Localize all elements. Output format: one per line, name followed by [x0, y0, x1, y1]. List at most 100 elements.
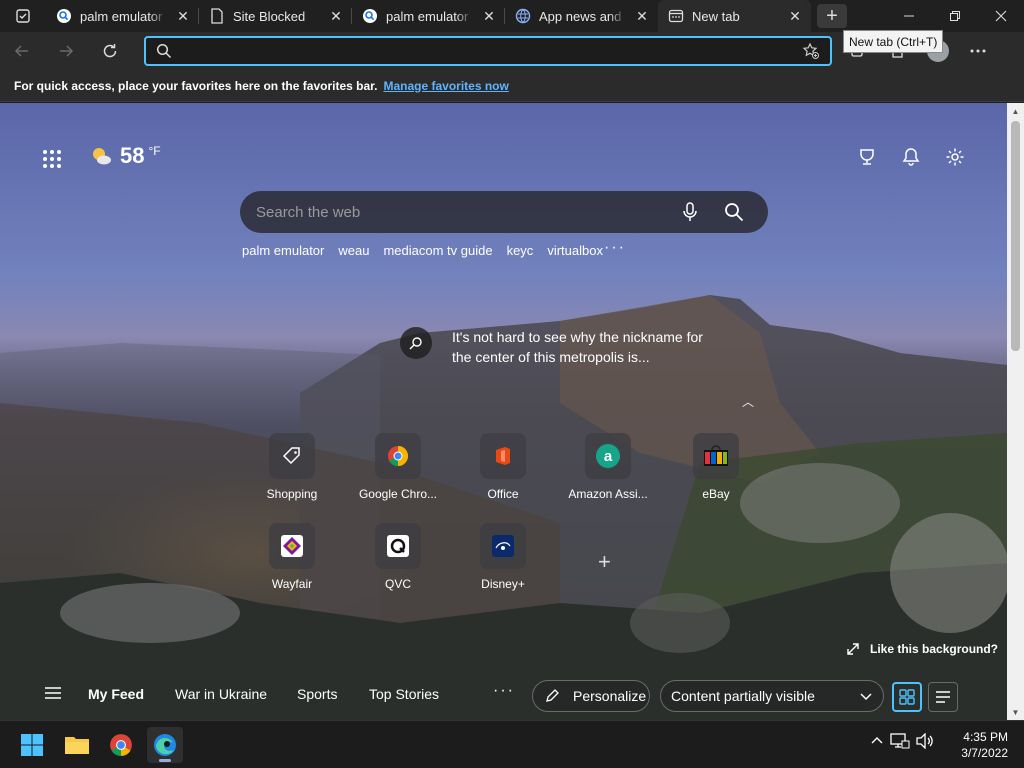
page-scrollbar[interactable]: ▲ ▼: [1007, 103, 1024, 720]
quick-link-qvc[interactable]: QVC: [353, 523, 443, 591]
content-visibility-dropdown[interactable]: Content partially visible: [660, 680, 884, 712]
search-icon: [156, 43, 172, 59]
quick-link-ebay[interactable]: eBay: [671, 433, 761, 501]
like-background-button[interactable]: Like this background?: [846, 642, 998, 656]
tab-actions-menu-button[interactable]: [0, 0, 46, 32]
back-arrow-icon: [14, 45, 28, 57]
forward-button[interactable]: [44, 32, 88, 70]
add-favorite-icon[interactable]: [802, 42, 820, 60]
search-submit-button[interactable]: [716, 194, 752, 230]
new-tab-tooltip: New tab (Ctrl+T): [843, 30, 944, 53]
quick-link-shopping[interactable]: Shopping: [247, 433, 337, 501]
network-button[interactable]: [890, 733, 910, 754]
newtab-icon: [668, 8, 684, 24]
close-window-button[interactable]: [978, 0, 1024, 32]
weather-temperature: 58: [120, 143, 145, 168]
hamburger-icon: [45, 687, 61, 699]
quick-link-amazon-assistant[interactable]: a Amazon Assi...: [563, 433, 653, 501]
feed-tab-my-feed[interactable]: My Feed: [88, 686, 144, 702]
pencil-icon: [546, 689, 559, 702]
personalize-button[interactable]: Personalize: [532, 680, 650, 712]
add-quick-link-button[interactable]: +: [598, 549, 611, 575]
scrollbar-thumb[interactable]: [1011, 121, 1020, 351]
gear-icon: [946, 148, 964, 166]
file-explorer-button[interactable]: [59, 727, 95, 763]
suggestion-item[interactable]: keyc: [507, 243, 534, 258]
wayfair-icon: [269, 523, 315, 569]
close-tab-icon[interactable]: ✕: [481, 8, 497, 24]
background-info-card[interactable]: It's not hard to see why the nickname fo…: [400, 327, 722, 367]
content-visibility-value: Content partially visible: [671, 688, 815, 704]
suggestion-item[interactable]: virtualbox: [547, 243, 603, 258]
suggestion-item[interactable]: mediacom tv guide: [383, 243, 492, 258]
favorites-bar-message: For quick access, place your favorites h…: [14, 78, 378, 93]
close-tab-icon[interactable]: ✕: [787, 8, 803, 24]
tab-app-news[interactable]: App news and r ✕: [505, 0, 658, 32]
active-app-indicator: [159, 759, 171, 762]
tab-palm-emulator-1[interactable]: palm emulator - ✕: [46, 0, 199, 32]
waffle-icon: [43, 150, 61, 168]
microphone-icon: [683, 202, 697, 221]
restore-button[interactable]: [932, 0, 978, 32]
list-icon: [936, 691, 950, 703]
forward-arrow-icon: [60, 45, 74, 57]
apps-launcher-button[interactable]: [42, 149, 62, 174]
collapse-quick-links-button[interactable]: ︿: [742, 393, 754, 410]
close-tab-icon[interactable]: ✕: [328, 8, 344, 24]
search-icon: [409, 337, 422, 350]
search-icon: [725, 203, 744, 222]
ebay-icon: [693, 433, 739, 479]
suggestion-item[interactable]: weau: [338, 243, 369, 258]
web-search-box[interactable]: [240, 191, 768, 233]
close-tab-icon[interactable]: ✕: [634, 8, 650, 24]
scroll-down-icon[interactable]: ▼: [1007, 704, 1024, 720]
start-button[interactable]: [14, 727, 50, 763]
feed-tab-top-stories[interactable]: Top Stories: [369, 686, 439, 702]
expand-icon: [847, 643, 859, 655]
grid-view-button[interactable]: [892, 682, 922, 712]
weather-widget[interactable]: 58 °F: [90, 143, 161, 169]
suggestion-item[interactable]: palm emulator: [242, 243, 324, 258]
back-button[interactable]: [0, 32, 44, 70]
disney-icon: [480, 523, 526, 569]
minimize-button[interactable]: [886, 0, 932, 32]
page-settings-button[interactable]: [943, 145, 967, 169]
feed-tab-war-in-ukraine[interactable]: War in Ukraine: [175, 686, 267, 702]
more-suggestions-button[interactable]: ···: [604, 239, 626, 257]
feed-more-button[interactable]: ···: [493, 682, 515, 700]
news-feed-bar: My Feed War in Ukraine Sports Top Storie…: [0, 670, 1007, 720]
rewards-button[interactable]: [855, 145, 879, 169]
web-search-input[interactable]: [256, 203, 664, 221]
volume-button[interactable]: [916, 732, 934, 754]
list-view-button[interactable]: [928, 682, 958, 712]
quick-link-office[interactable]: Office: [458, 433, 548, 501]
quick-link-label: Google Chro...: [358, 487, 438, 501]
edge-taskbar-button[interactable]: [147, 727, 183, 763]
background-search-button[interactable]: [400, 327, 432, 359]
show-hidden-icons-button[interactable]: [870, 734, 884, 753]
settings-more-button[interactable]: [960, 32, 996, 70]
refresh-button[interactable]: [88, 32, 132, 70]
feed-tab-sports[interactable]: Sports: [297, 686, 337, 702]
feed-menu-button[interactable]: [44, 686, 62, 705]
close-tab-icon[interactable]: ✕: [175, 8, 191, 24]
quick-link-wayfair[interactable]: Wayfair: [247, 523, 337, 591]
scroll-up-icon[interactable]: ▲: [1007, 103, 1024, 119]
quick-link-google-chrome[interactable]: Google Chro...: [353, 433, 443, 501]
amazon-icon: a: [585, 433, 631, 479]
quick-link-disney-plus[interactable]: Disney+: [458, 523, 548, 591]
tab-palm-emulator-2[interactable]: palm emulator - ✕: [352, 0, 505, 32]
tab-new-tab[interactable]: New tab ✕: [658, 0, 811, 32]
taskbar-clock[interactable]: 4:35 PM 3/7/2022: [952, 729, 1008, 761]
address-bar[interactable]: [144, 36, 832, 66]
address-input[interactable]: [182, 43, 802, 59]
manage-favorites-link[interactable]: Manage favorites now: [383, 79, 508, 93]
chevron-up-icon: [871, 737, 883, 744]
chrome-taskbar-button[interactable]: [103, 727, 139, 763]
tab-site-blocked[interactable]: Site Blocked ✕: [199, 0, 352, 32]
notifications-button[interactable]: [899, 145, 923, 169]
new-tab-button[interactable]: +: [817, 4, 847, 28]
plus-icon: +: [826, 4, 838, 27]
voice-search-button[interactable]: [672, 194, 708, 230]
windows-logo-icon: [21, 734, 43, 756]
